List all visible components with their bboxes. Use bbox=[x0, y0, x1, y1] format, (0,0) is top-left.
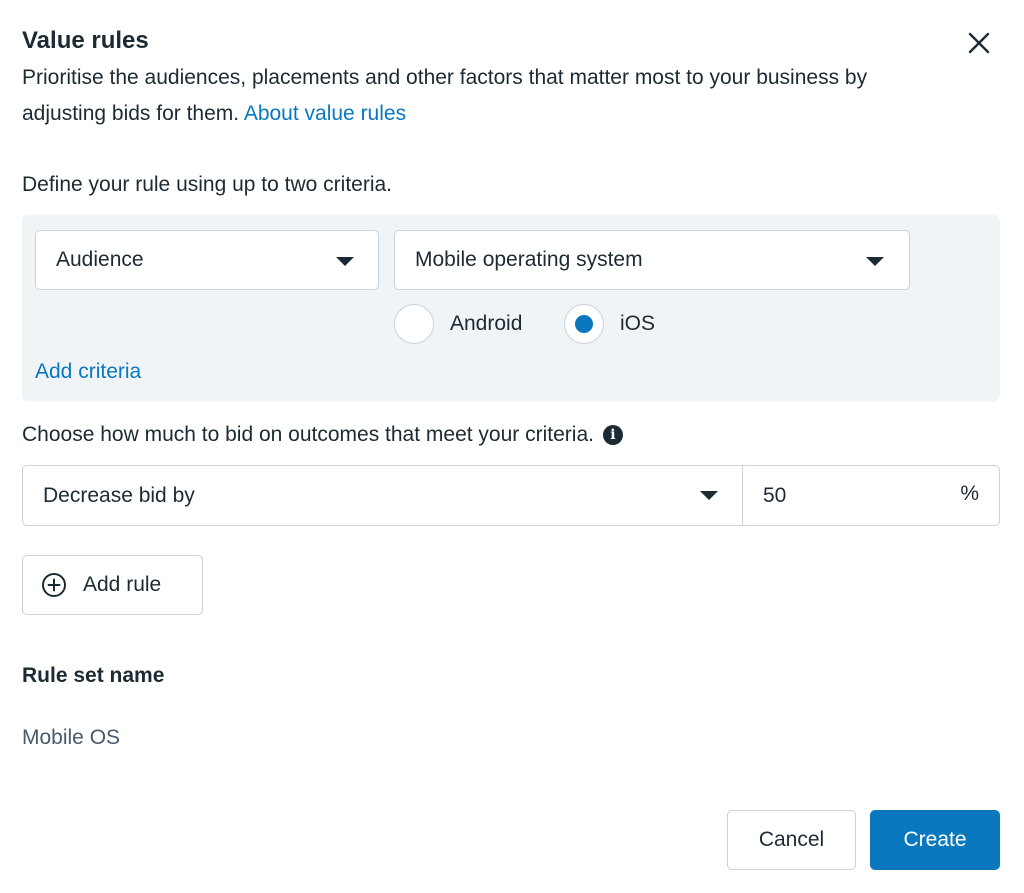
close-button[interactable] bbox=[962, 26, 996, 60]
bid-divider bbox=[742, 466, 743, 525]
caret-down-icon bbox=[700, 491, 718, 500]
radio-option-ios[interactable]: iOS bbox=[564, 304, 655, 344]
caret-down-icon bbox=[336, 257, 354, 266]
add-criteria-link[interactable]: Add criteria bbox=[35, 358, 141, 386]
add-rule-label: Add rule bbox=[83, 573, 162, 596]
radio-selected-dot bbox=[575, 315, 593, 333]
criteria-type-value: Audience bbox=[56, 248, 144, 271]
bid-unit: % bbox=[960, 482, 979, 505]
dialog-title: Value rules bbox=[22, 27, 149, 54]
cancel-button[interactable]: Cancel bbox=[727, 810, 856, 870]
criteria-label: Define your rule using up to two criteri… bbox=[22, 173, 393, 196]
rule-set-name-field[interactable]: Mobile OS bbox=[22, 724, 120, 752]
close-icon bbox=[968, 32, 990, 54]
ios-radio-label: iOS bbox=[620, 312, 656, 335]
android-radio-label: Android bbox=[450, 312, 523, 335]
info-icon[interactable]: i bbox=[602, 425, 623, 445]
criteria-type-select[interactable]: Audience bbox=[35, 230, 379, 290]
rule-set-name-label: Rule set name bbox=[22, 664, 165, 687]
bid-amount-input[interactable] bbox=[763, 482, 933, 510]
dialog-description: Prioritise the audiences, placements and… bbox=[22, 60, 922, 132]
create-button[interactable]: Create bbox=[870, 810, 1000, 870]
bid-action-value: Decrease bid by bbox=[43, 483, 195, 507]
ios-radio[interactable] bbox=[564, 304, 604, 344]
bid-action-select[interactable]: Decrease bid by bbox=[23, 466, 743, 525]
description-text: Prioritise the audiences, placements and… bbox=[22, 66, 868, 125]
criteria-attribute-value: Mobile operating system bbox=[415, 248, 643, 271]
caret-down-icon bbox=[866, 257, 884, 266]
bid-label: Choose how much to bid on outcomes that … bbox=[22, 420, 623, 450]
bid-adjustment-row: Decrease bid by % bbox=[22, 465, 1000, 526]
radio-option-android[interactable]: Android bbox=[394, 304, 522, 344]
bid-label-text: Choose how much to bid on outcomes that … bbox=[22, 423, 594, 446]
plus-circle-icon bbox=[42, 573, 66, 597]
value-rules-dialog: Value rules Prioritise the audiences, pl… bbox=[0, 0, 1024, 893]
about-value-rules-link[interactable]: About value rules bbox=[244, 102, 406, 125]
add-rule-button[interactable]: Add rule bbox=[22, 555, 203, 615]
android-radio[interactable] bbox=[394, 304, 434, 344]
criteria-attribute-select[interactable]: Mobile operating system bbox=[394, 230, 910, 290]
